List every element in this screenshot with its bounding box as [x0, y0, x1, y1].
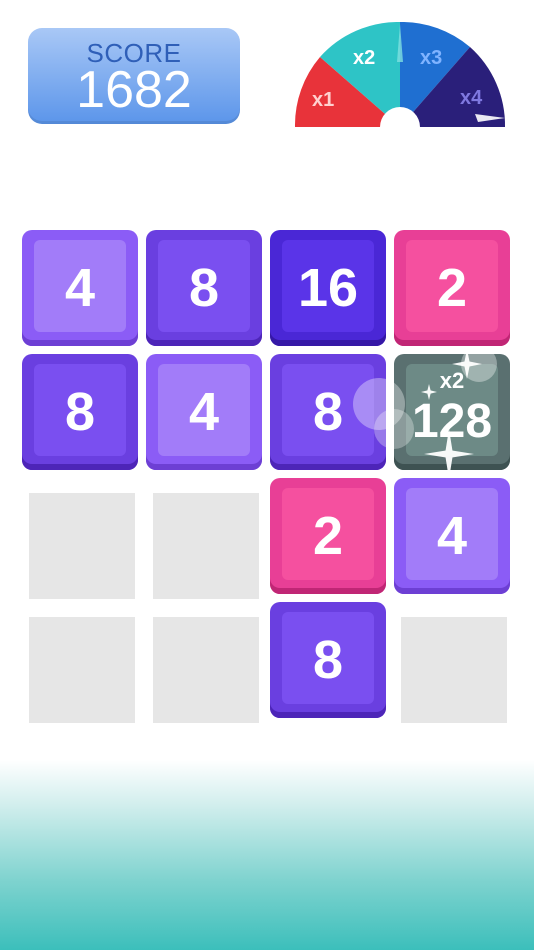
score-value: 1682	[76, 61, 192, 119]
tile-4[interactable]: 4	[22, 230, 138, 346]
game-board[interactable]: 4 8 16 2 8 4 8 128 x2 2 4 8	[22, 230, 512, 723]
tile-value: 8	[312, 382, 344, 442]
tile-multiplier-badge: x2	[439, 368, 465, 393]
tile-value: 8	[188, 258, 220, 318]
tile-value: 4	[188, 382, 220, 442]
wheel-label-x4: x4	[460, 87, 483, 109]
tile-2[interactable]: 2	[394, 230, 510, 346]
empty-cell	[29, 493, 135, 599]
tile-value: 2	[312, 506, 344, 566]
tile-8[interactable]: 8	[270, 354, 386, 470]
tile-128[interactable]: 128 x2	[353, 346, 510, 479]
tile-4[interactable]: 4	[146, 354, 262, 470]
wheel-label-x2: x2	[353, 47, 375, 69]
empty-cell	[401, 617, 507, 723]
tile-8[interactable]: 8	[270, 602, 386, 718]
empty-cell	[153, 617, 259, 723]
multiplier-wheel: x1 x2 x3 x4	[294, 22, 506, 127]
tile-value: 8	[64, 382, 96, 442]
wheel-label-x1: x1	[312, 89, 334, 111]
tile-value: 16	[297, 258, 359, 318]
tile-4[interactable]: 4	[394, 478, 510, 594]
tile-8[interactable]: 8	[22, 354, 138, 470]
tile-2[interactable]: 2	[270, 478, 386, 594]
empty-cell	[153, 493, 259, 599]
tile-value: 4	[64, 258, 96, 318]
tile-value: 4	[436, 506, 468, 566]
tile-value: 8	[312, 630, 344, 690]
tile-value: 128	[411, 395, 493, 448]
tile-8[interactable]: 8	[146, 230, 262, 346]
wheel-label-x3: x3	[420, 47, 442, 69]
tile-16[interactable]: 16	[270, 230, 386, 346]
tile-value: 2	[436, 258, 468, 318]
empty-cell	[29, 617, 135, 723]
score-panel: SCORE 1682	[28, 28, 240, 124]
